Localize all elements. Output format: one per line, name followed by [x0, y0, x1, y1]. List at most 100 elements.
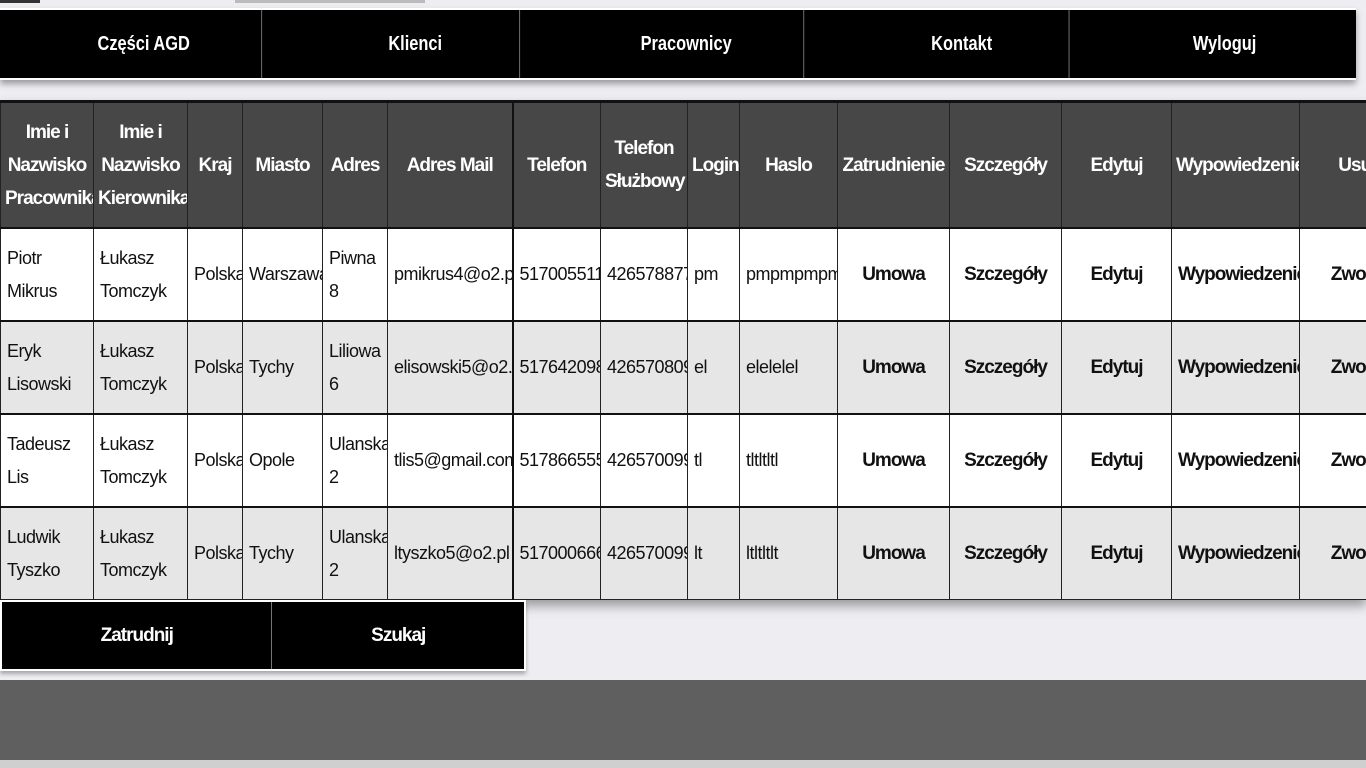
notice-link[interactable]: Wypowiedzenie	[1171, 506, 1300, 600]
cell-login: tl	[687, 413, 740, 508]
cell-city: Tychy	[242, 506, 323, 600]
cell-work-phone: 426570099	[600, 506, 688, 600]
nav-item-label: Kontakt	[930, 32, 992, 55]
browser-tab-strip	[0, 0, 1366, 6]
nav-item-label: Części AGD	[97, 32, 190, 55]
cell-city: Opole	[242, 413, 323, 508]
details-link[interactable]: Szczegóły	[949, 413, 1062, 508]
nav-item-label: Klienci	[388, 32, 443, 55]
nav-item-label: Pracownicy	[640, 32, 733, 55]
remove-link[interactable]: Zwolnij	[1299, 413, 1366, 508]
edit-link[interactable]: Edytuj	[1061, 227, 1172, 322]
cell-phone: 517866555	[511, 413, 601, 508]
table-row: Eryk Lisowski Łukasz Tomczyk Polska Tych…	[0, 320, 1366, 415]
cell-phone: 517642098	[511, 320, 601, 415]
table-header-row: Imie i Nazwisko Pracownika Imie i Nazwis…	[0, 100, 1366, 229]
remove-link[interactable]: Zwolnij	[1299, 506, 1366, 600]
cell-work-phone: 426570099	[600, 413, 688, 508]
cell-email: tlis5@gmail.com	[387, 413, 513, 508]
search-button[interactable]: Szukaj	[272, 602, 524, 669]
cell-password: pmpmpmpm	[739, 227, 838, 322]
cell-work-phone: 426578877	[600, 227, 688, 322]
cell-employee: Tadeusz Lis	[0, 413, 94, 508]
column-header-employee: Imie i Nazwisko Pracownika	[0, 100, 94, 229]
notice-link[interactable]: Wypowiedzenie	[1171, 320, 1300, 415]
table-row: Piotr Mikrus Łukasz Tomczyk Polska Warsz…	[0, 227, 1366, 322]
cell-country: Polska	[187, 320, 243, 415]
column-header-email: Adres Mail	[387, 100, 513, 229]
cell-manager: Łukasz Tomczyk	[93, 506, 188, 600]
nav-item-klienci[interactable]: Klienci	[311, 10, 521, 78]
edit-link[interactable]: Edytuj	[1061, 413, 1172, 508]
details-link[interactable]: Szczegóły	[949, 320, 1062, 415]
cell-employee: Ludwik Tyszko	[0, 506, 94, 600]
employment-link[interactable]: Umowa	[837, 413, 950, 508]
cell-login: lt	[687, 506, 740, 600]
column-header-country: Kraj	[187, 100, 243, 229]
employment-link[interactable]: Umowa	[837, 320, 950, 415]
cell-work-phone: 426570809	[600, 320, 688, 415]
details-link[interactable]: Szczegóły	[949, 506, 1062, 600]
taskbar-strip	[0, 760, 1366, 768]
notice-link[interactable]: Wypowiedzenie	[1171, 227, 1300, 322]
cell-login: pm	[687, 227, 740, 322]
tab-indicator	[0, 0, 40, 3]
tab-indicator	[235, 0, 425, 3]
employment-link[interactable]: Umowa	[837, 506, 950, 600]
cell-email: pmikrus4@o2.pl	[387, 227, 513, 322]
hire-button[interactable]: Zatrudnij	[2, 602, 273, 669]
column-header-edit: Edytuj	[1061, 100, 1172, 229]
bottom-action-bar: Zatrudnij Szukaj	[0, 600, 526, 671]
column-header-details: Szczegóły	[949, 100, 1062, 229]
cell-country: Polska	[187, 413, 243, 508]
cell-country: Polska	[187, 506, 243, 600]
cell-manager: Łukasz Tomczyk	[93, 320, 188, 415]
cell-city: Tychy	[242, 320, 323, 415]
cell-address: Ulanska 2	[322, 413, 388, 508]
cell-login: el	[687, 320, 740, 415]
employees-table-container: Imie i Nazwisko Pracownika Imie i Nazwis…	[0, 100, 1366, 600]
cell-manager: Łukasz Tomczyk	[93, 227, 188, 322]
nav-item-pracownicy[interactable]: Pracownicy	[569, 10, 805, 78]
employment-link[interactable]: Umowa	[837, 227, 950, 322]
footer-area	[0, 680, 1366, 760]
table-row: Tadeusz Lis Łukasz Tomczyk Polska Opole …	[0, 413, 1366, 508]
cell-address: Liliowa 6	[322, 320, 388, 415]
nav-item-wyloguj[interactable]: Wyloguj	[1116, 10, 1332, 78]
remove-link[interactable]: Zwolnij	[1299, 227, 1366, 322]
cell-employee: Piotr Mikrus	[0, 227, 94, 322]
cell-address: Ulanska 2	[322, 506, 388, 600]
cell-email: elisowski5@o2.pl	[387, 320, 513, 415]
edit-link[interactable]: Edytuj	[1061, 506, 1172, 600]
column-header-city: Miasto	[242, 100, 323, 229]
nav-item-kontakt[interactable]: Kontakt	[854, 10, 1070, 78]
edit-link[interactable]: Edytuj	[1061, 320, 1172, 415]
notice-link[interactable]: Wypowiedzenie	[1171, 413, 1300, 508]
details-link[interactable]: Szczegóły	[949, 227, 1062, 322]
nav-item-label: Wyloguj	[1192, 32, 1257, 55]
column-header-employment: Zatrudnienie	[837, 100, 950, 229]
main-navigation: Części AGD Klienci Pracownicy Kontakt Wy…	[0, 8, 1356, 80]
cell-password: tltltltl	[739, 413, 838, 508]
column-header-password: Haslo	[739, 100, 838, 229]
cell-city: Warszawa	[242, 227, 323, 322]
employees-table: Imie i Nazwisko Pracownika Imie i Nazwis…	[0, 100, 1366, 600]
cell-manager: Łukasz Tomczyk	[93, 413, 188, 508]
table-row: Ludwik Tyszko Łukasz Tomczyk Polska Tych…	[0, 506, 1366, 600]
cell-email: ltyszko5@o2.pl	[387, 506, 513, 600]
cell-password: elelelel	[739, 320, 838, 415]
column-header-notice: Wypowiedzenie	[1171, 100, 1300, 229]
column-header-login: Login	[687, 100, 740, 229]
nav-item-czesci-agd[interactable]: Części AGD	[26, 10, 263, 78]
cell-phone: 517000666	[511, 506, 601, 600]
column-header-work-phone: Telefon Służbowy	[600, 100, 688, 229]
cell-country: Polska	[187, 227, 243, 322]
remove-link[interactable]: Zwolnij	[1299, 320, 1366, 415]
column-header-manager: Imie i Nazwisko Kierownika	[93, 100, 188, 229]
column-header-address: Adres	[322, 100, 388, 229]
cell-address: Piwna 8	[322, 227, 388, 322]
column-header-remove: Usuń	[1299, 100, 1366, 229]
page: Części AGD Klienci Pracownicy Kontakt Wy…	[0, 0, 1366, 768]
cell-phone: 517005511	[511, 227, 601, 322]
cell-employee: Eryk Lisowski	[0, 320, 94, 415]
